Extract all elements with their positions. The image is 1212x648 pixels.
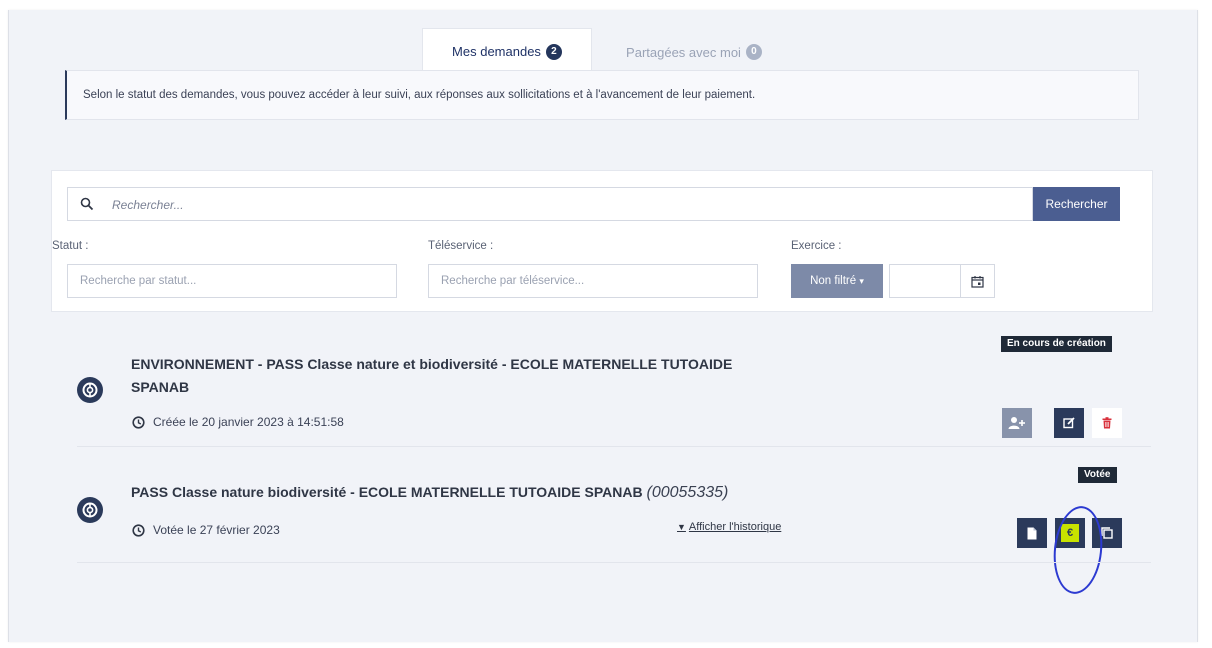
page-panel: Mes demandes 2 Partagées avec moi 0 Selo… [8,10,1198,642]
dropdown-label: Non filtré [810,275,857,287]
teleservice-filter-input[interactable] [428,264,758,298]
info-message: Selon le statut des demandes, vous pouve… [65,70,1139,120]
calendar-icon [971,275,984,288]
lifebuoy-icon [77,497,103,523]
delete-button[interactable] [1092,408,1122,438]
tab-label: Mes demandes [452,44,541,59]
divider [77,446,1151,447]
teleservice-label: Téléservice : [428,240,494,252]
calendar-button[interactable] [961,264,995,298]
statut-filter-input[interactable] [67,264,397,298]
lifebuoy-icon [77,377,103,403]
request-title[interactable]: PASS Classe nature biodiversité - ECOLE … [131,481,891,504]
clock-icon [132,415,145,429]
request-date: Votée le 27 février 2023 [132,523,280,537]
date-text: Votée le 27 février 2023 [153,523,280,537]
divider [77,562,1151,563]
trash-icon [1102,417,1112,429]
request-title-text: PASS Classe nature biodiversité - ECOLE … [131,484,643,500]
tab-mes-demandes[interactable]: Mes demandes 2 [422,28,592,76]
exercice-year-input[interactable] [889,264,961,298]
request-date: Créée le 20 janvier 2023 à 14:51:58 [132,415,344,429]
history-link-label: Afficher l'historique [688,521,782,533]
caret-down-icon: ▾ [859,276,864,286]
exercice-label: Exercice : [791,240,842,252]
statut-label: Statut : [52,240,89,252]
request-reference: (00055335) [646,484,729,501]
add-user-button[interactable] [1002,408,1032,438]
request-title-line: ENVIRONNEMENT - PASS Classe nature et bi… [131,356,733,372]
add-user-icon [1008,417,1025,429]
request-title[interactable]: ENVIRONNEMENT - PASS Classe nature et bi… [131,353,831,399]
search-button[interactable]: Rechercher [1033,187,1120,221]
status-badge: En cours de création [1001,336,1112,352]
chevron-down-icon: ▼ [677,522,686,532]
tab-partagees-avec-moi[interactable]: Partagées avec moi 0 [609,28,779,76]
count-badge: 0 [745,44,762,60]
search-panel: Rechercher Statut : Téléservice : Exerci… [51,170,1153,312]
search-bar [67,187,1033,222]
copy-icon [1101,527,1113,539]
date-text: Créée le 20 janvier 2023 à 14:51:58 [153,415,344,429]
document-icon [1027,527,1037,539]
info-text: Selon le statut des demandes, vous pouve… [83,89,756,101]
show-history-link[interactable]: ▼ Afficher l'historique [677,521,781,533]
search-icon [80,197,94,211]
count-badge: 2 [545,43,562,60]
exercice-filter-dropdown[interactable]: Non filtré ▾ [791,264,883,298]
status-badge: Votée [1078,467,1117,483]
clock-icon [132,523,145,537]
search-input[interactable] [110,188,1014,222]
document-button[interactable] [1017,518,1047,548]
edit-button[interactable] [1054,408,1084,438]
tab-label: Partagées avec moi [626,44,741,60]
edit-icon [1063,417,1075,429]
request-title-line: SPANAB [131,379,190,395]
